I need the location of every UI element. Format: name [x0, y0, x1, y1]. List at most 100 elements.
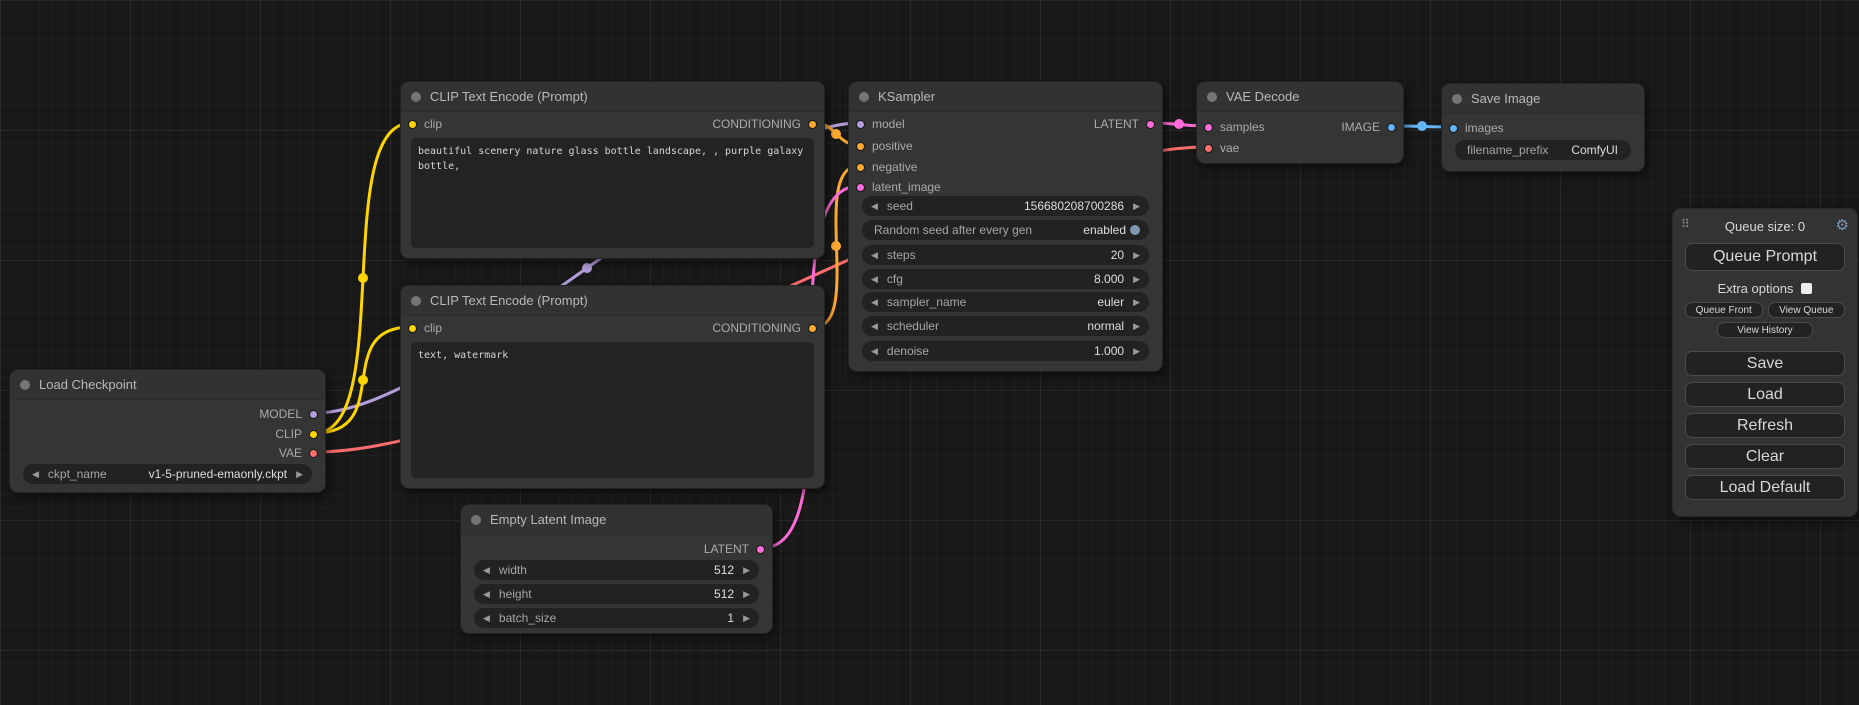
save-button[interactable]: Save: [1685, 351, 1845, 376]
input-slot-latent-image[interactable]: latent_image: [856, 179, 941, 195]
load-button[interactable]: Load: [1685, 382, 1845, 407]
stepper-right-icon[interactable]: ▶: [296, 470, 303, 479]
toggle-knob-icon[interactable]: [1130, 225, 1140, 235]
output-port-vae[interactable]: [309, 449, 318, 458]
output-slot-latent[interactable]: LATENT: [704, 541, 765, 557]
comfy-menu-panel[interactable]: ⠿ Queue size: 0 ⚙ Queue Prompt Extra opt…: [1672, 208, 1858, 517]
output-port-model[interactable]: [309, 410, 318, 419]
input-port-latent-image[interactable]: [856, 183, 865, 192]
node-save-image[interactable]: Save Image images filename_prefix ComfyU…: [1441, 83, 1645, 172]
stepper-right-icon[interactable]: ▶: [1133, 347, 1140, 356]
widget-ckpt-name[interactable]: ◀ ckpt_name v1-5-pruned-emaonly.ckpt ▶: [23, 464, 312, 484]
input-slot-model[interactable]: model: [856, 116, 905, 132]
node-empty-latent-image[interactable]: Empty Latent Image LATENT ◀ width 512 ▶ …: [460, 504, 773, 634]
output-slot-clip[interactable]: CLIP: [275, 426, 318, 442]
input-slot-positive[interactable]: positive: [856, 138, 913, 154]
queue-prompt-button[interactable]: Queue Prompt: [1685, 243, 1845, 271]
stepper-right-icon[interactable]: ▶: [1133, 251, 1140, 260]
input-slot-samples[interactable]: samples: [1204, 119, 1265, 135]
output-slot-latent[interactable]: LATENT: [1094, 116, 1155, 132]
widget-cfg[interactable]: ◀ cfg 8.000 ▶: [862, 269, 1149, 289]
stepper-right-icon[interactable]: ▶: [743, 566, 750, 575]
output-slot-image[interactable]: IMAGE: [1341, 119, 1396, 135]
stepper-right-icon[interactable]: ▶: [1133, 202, 1140, 211]
stepper-right-icon[interactable]: ▶: [743, 614, 750, 623]
output-port-latent[interactable]: [1146, 120, 1155, 129]
node-header[interactable]: VAE Decode: [1197, 82, 1403, 112]
queue-front-button[interactable]: Queue Front: [1685, 302, 1763, 318]
output-port-image[interactable]: [1387, 123, 1396, 132]
stepper-left-icon[interactable]: ◀: [483, 590, 490, 599]
widget-width[interactable]: ◀ width 512 ▶: [474, 560, 759, 580]
input-port-clip[interactable]: [408, 324, 417, 333]
stepper-left-icon[interactable]: ◀: [871, 298, 878, 307]
output-slot-conditioning[interactable]: CONDITIONING: [712, 116, 817, 132]
node-clip-text-encode-positive[interactable]: CLIP Text Encode (Prompt) clip CONDITION…: [400, 81, 825, 259]
node-vae-decode[interactable]: VAE Decode samples vae IMAGE: [1196, 81, 1404, 164]
collapse-dot-icon[interactable]: [859, 92, 869, 102]
input-port-clip[interactable]: [408, 120, 417, 129]
stepper-right-icon[interactable]: ▶: [1133, 275, 1140, 284]
widget-steps[interactable]: ◀ steps 20 ▶: [862, 245, 1149, 265]
output-slot-model[interactable]: MODEL: [259, 406, 318, 422]
prompt-textarea[interactable]: beautiful scenery nature glass bottle la…: [411, 138, 814, 248]
widget-batch-size[interactable]: ◀ batch_size 1 ▶: [474, 608, 759, 628]
stepper-right-icon[interactable]: ▶: [1133, 298, 1140, 307]
clear-button[interactable]: Clear: [1685, 444, 1845, 469]
stepper-right-icon[interactable]: ▶: [743, 590, 750, 599]
output-port-conditioning[interactable]: [808, 324, 817, 333]
settings-gear-icon[interactable]: ⚙: [1836, 216, 1849, 234]
input-port-model[interactable]: [856, 120, 865, 129]
input-slot-vae[interactable]: vae: [1204, 140, 1239, 156]
stepper-right-icon[interactable]: ▶: [1133, 322, 1140, 331]
output-slot-vae[interactable]: VAE: [279, 445, 318, 461]
widget-denoise[interactable]: ◀ denoise 1.000 ▶: [862, 341, 1149, 361]
collapse-dot-icon[interactable]: [20, 380, 30, 390]
input-port-positive[interactable]: [856, 142, 865, 151]
node-header[interactable]: Save Image: [1442, 84, 1644, 114]
output-port-conditioning[interactable]: [808, 120, 817, 129]
stepper-left-icon[interactable]: ◀: [871, 202, 878, 211]
input-port-vae[interactable]: [1204, 144, 1213, 153]
node-header[interactable]: Empty Latent Image: [461, 505, 772, 535]
input-slot-clip[interactable]: clip: [408, 116, 442, 132]
collapse-dot-icon[interactable]: [411, 92, 421, 102]
input-port-negative[interactable]: [856, 163, 865, 172]
stepper-left-icon[interactable]: ◀: [871, 251, 878, 260]
node-load-checkpoint[interactable]: Load Checkpoint MODEL CLIP VAE ◀ ckpt_na…: [9, 369, 326, 493]
node-header[interactable]: Load Checkpoint: [10, 370, 325, 400]
widget-seed[interactable]: ◀ seed 156680208700286 ▶: [862, 196, 1149, 216]
widget-filename-prefix[interactable]: filename_prefix ComfyUI: [1455, 140, 1631, 160]
stepper-left-icon[interactable]: ◀: [483, 566, 490, 575]
drag-handle-icon[interactable]: ⠿: [1681, 217, 1690, 231]
node-ksampler[interactable]: KSampler model positive negative latent_…: [848, 81, 1163, 372]
stepper-left-icon[interactable]: ◀: [483, 614, 490, 623]
view-queue-button[interactable]: View Queue: [1768, 302, 1846, 318]
collapse-dot-icon[interactable]: [1207, 92, 1217, 102]
stepper-left-icon[interactable]: ◀: [871, 322, 878, 331]
collapse-dot-icon[interactable]: [471, 515, 481, 525]
widget-sampler-name[interactable]: ◀ sampler_name euler ▶: [862, 292, 1149, 312]
node-header[interactable]: CLIP Text Encode (Prompt): [401, 82, 824, 112]
output-port-clip[interactable]: [309, 430, 318, 439]
stepper-left-icon[interactable]: ◀: [32, 470, 39, 479]
input-slot-clip[interactable]: clip: [408, 320, 442, 336]
node-header[interactable]: CLIP Text Encode (Prompt): [401, 286, 824, 316]
stepper-left-icon[interactable]: ◀: [871, 347, 878, 356]
output-slot-conditioning[interactable]: CONDITIONING: [712, 320, 817, 336]
stepper-left-icon[interactable]: ◀: [871, 275, 878, 284]
collapse-dot-icon[interactable]: [1452, 94, 1462, 104]
extra-options-checkbox[interactable]: [1801, 283, 1812, 294]
collapse-dot-icon[interactable]: [411, 296, 421, 306]
node-header[interactable]: KSampler: [849, 82, 1162, 112]
input-port-samples[interactable]: [1204, 123, 1213, 132]
node-graph-canvas[interactable]: Load Checkpoint MODEL CLIP VAE ◀ ckpt_na…: [0, 0, 1859, 705]
input-slot-negative[interactable]: negative: [856, 159, 917, 175]
node-clip-text-encode-negative[interactable]: CLIP Text Encode (Prompt) clip CONDITION…: [400, 285, 825, 489]
load-default-button[interactable]: Load Default: [1685, 475, 1845, 500]
input-port-images[interactable]: [1449, 124, 1458, 133]
widget-random-seed-toggle[interactable]: Random seed after every gen enabled: [862, 220, 1149, 240]
widget-scheduler[interactable]: ◀ scheduler normal ▶: [862, 316, 1149, 336]
output-port-latent[interactable]: [756, 545, 765, 554]
input-slot-images[interactable]: images: [1449, 120, 1504, 136]
